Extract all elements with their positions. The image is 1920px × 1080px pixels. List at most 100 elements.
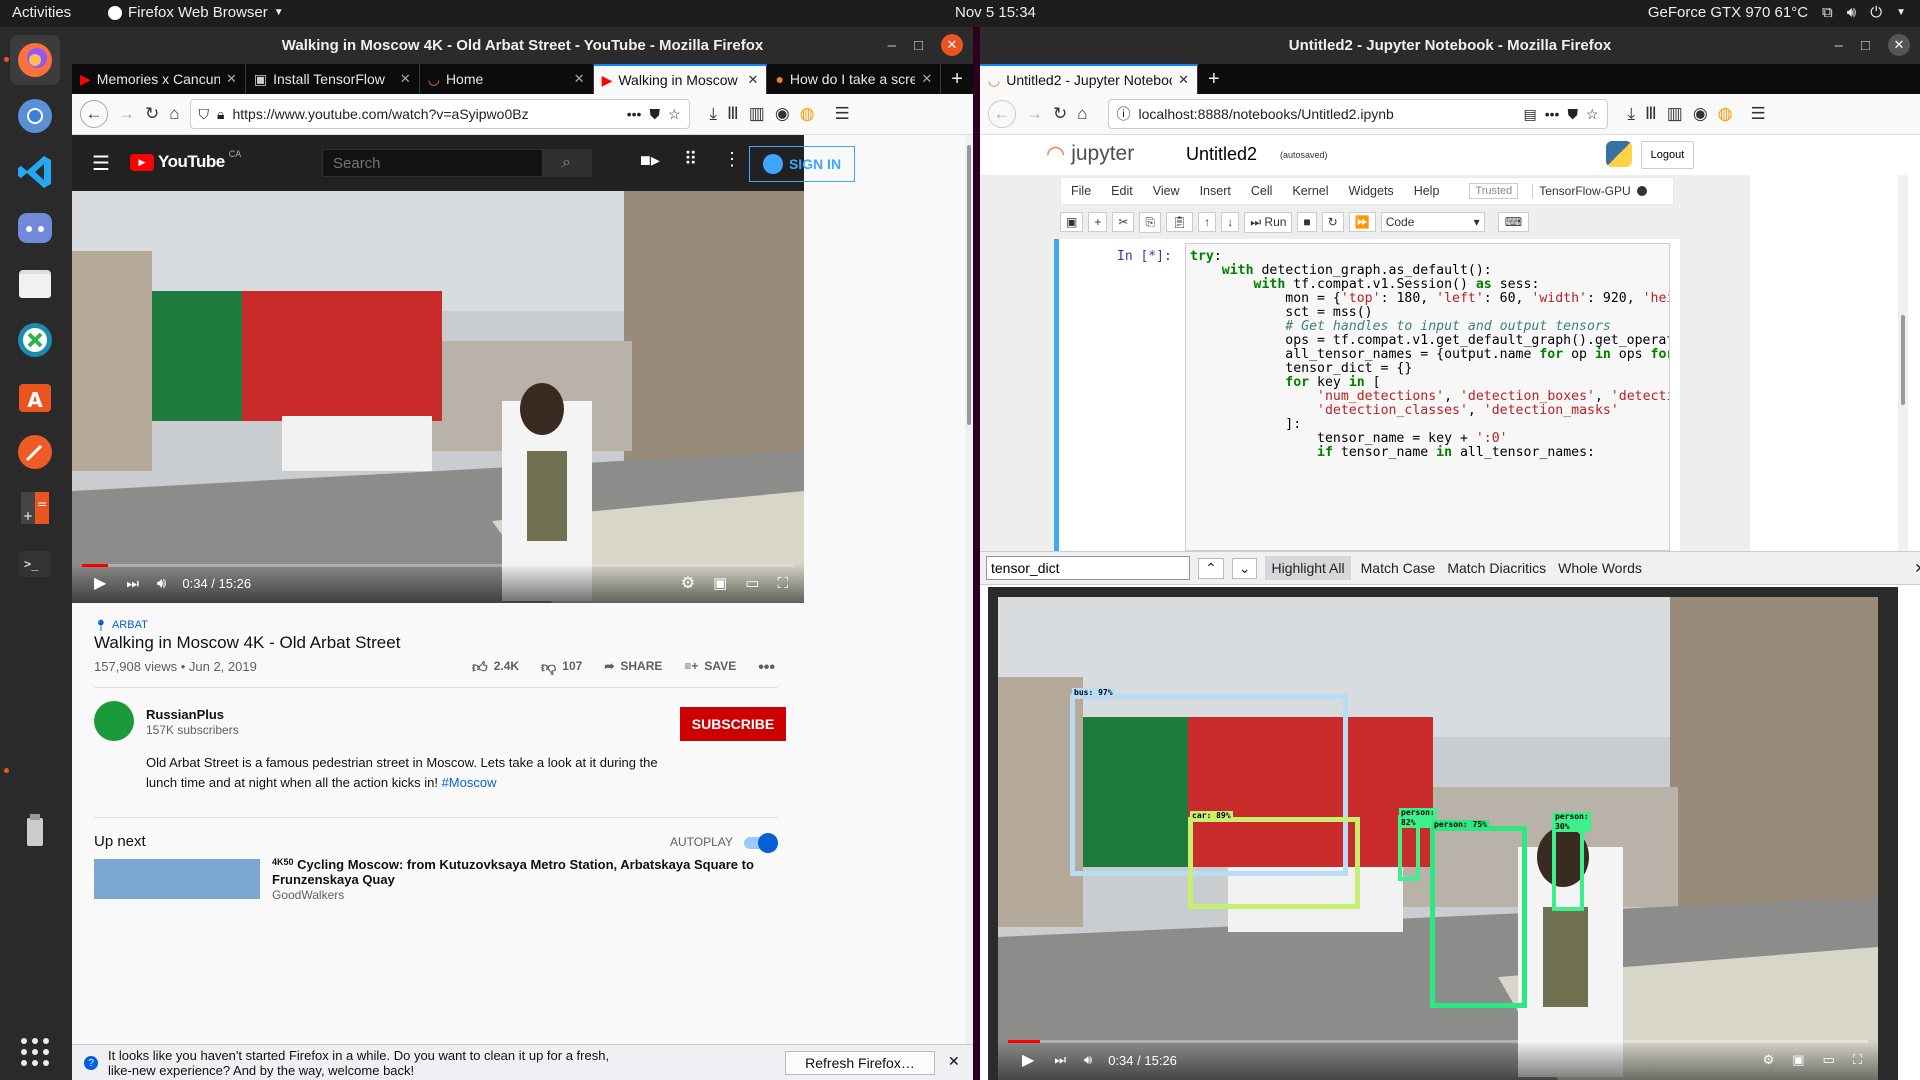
theater-mode-icon[interactable]: ▭ [745, 574, 759, 592]
youtube-logo[interactable]: ▶ YouTube CA [130, 149, 241, 172]
save-button[interactable]: ≡+ SAVE [684, 659, 736, 677]
subscribe-button[interactable]: SUBSCRIBE [680, 707, 786, 741]
menu-cell[interactable]: Cell [1241, 184, 1283, 198]
new-tab-button[interactable]: + [1198, 64, 1230, 94]
activities-button[interactable]: Activities [12, 4, 71, 21]
logout-button[interactable]: Logout [1641, 141, 1694, 169]
tab[interactable]: ▶ Memories x Cancun ✕ [72, 64, 246, 94]
menu-file[interactable]: File [1061, 184, 1101, 198]
like-button[interactable]: 👍︎ 2.4K [472, 659, 519, 677]
dislike-button[interactable]: 👎︎ 107 [541, 659, 582, 677]
refresh-firefox-button[interactable]: Refresh Firefox… [785, 1051, 935, 1075]
jupyter-logo[interactable]: ◠ jupyter [1046, 141, 1134, 167]
theater-mode-icon[interactable]: ▭ [1823, 1052, 1835, 1068]
downloads-icon[interactable]: ⤓ [710, 104, 718, 124]
miniplayer-icon[interactable]: ▣ [713, 574, 727, 592]
app-menu[interactable]: Firefox Web Browser ▼ [108, 4, 284, 21]
add-cell-icon[interactable]: + [1088, 212, 1108, 232]
channel-avatar[interactable] [94, 701, 134, 741]
create-video-icon[interactable]: ■▸ [640, 150, 660, 171]
move-up-icon[interactable]: ↑ [1198, 212, 1217, 232]
back-button[interactable]: ← [80, 100, 108, 128]
forward-button[interactable]: → [118, 104, 135, 124]
forward-button[interactable]: → [1026, 104, 1043, 124]
window-titlebar[interactable]: Walking in Moscow 4K - Old Arbat Street … [72, 27, 973, 64]
scrollbar[interactable] [965, 135, 973, 1044]
library-icon[interactable]: Ⅲ [1645, 104, 1657, 124]
dock-firefox[interactable] [10, 35, 60, 85]
dock-vscode[interactable] [10, 147, 60, 197]
close-tab-icon[interactable]: ✕ [574, 71, 585, 87]
menu-kernel[interactable]: Kernel [1282, 184, 1338, 198]
extension-icon[interactable]: ◉ [1693, 104, 1708, 124]
next-icon[interactable]: ⏭ [126, 575, 139, 592]
tab[interactable]: ▣ Install TensorFlow ✕ [246, 64, 420, 94]
apps-grid-icon[interactable]: ⠿ [684, 149, 697, 170]
extension-icon[interactable]: ◍ [1718, 104, 1733, 124]
hashtag-link[interactable]: #Moscow [442, 775, 497, 790]
highlight-all-toggle[interactable]: Highlight All [1265, 556, 1351, 580]
miniplayer-icon[interactable]: ▣ [1792, 1052, 1804, 1068]
move-down-icon[interactable]: ↓ [1221, 212, 1240, 232]
code-cell[interactable]: In [*]: try: with detection_graph.as_def… [1054, 239, 1674, 551]
match-diacritics-toggle[interactable]: Match Diacritics [1445, 556, 1548, 580]
code-editor[interactable]: try: with detection_graph.as_default(): … [1185, 243, 1670, 551]
command-palette-icon[interactable]: ⌨ [1497, 212, 1530, 232]
reader-view-icon[interactable]: ▤ [1524, 106, 1537, 123]
menu-insert[interactable]: Insert [1190, 184, 1241, 198]
library-icon[interactable]: Ⅲ [727, 104, 739, 124]
match-case-toggle[interactable]: Match Case [1359, 556, 1438, 580]
home-button[interactable]: ⌂ [1077, 104, 1087, 124]
close-window-button[interactable]: ✕ [941, 34, 963, 56]
dock-remote-desktop[interactable] [10, 315, 60, 365]
dock-postman[interactable] [10, 427, 60, 477]
video-progress-bar[interactable] [1008, 1040, 1868, 1043]
notebook-name[interactable]: Untitled2 [1186, 144, 1257, 165]
sidebar-icon[interactable]: ▥ [749, 104, 765, 124]
restart-icon[interactable]: ↻ [1321, 212, 1344, 232]
detection-output-window[interactable]: bus: 97% car: 89% person: 82% person: 75… [988, 587, 1898, 1080]
url-bar[interactable]: ⓘ localhost:8888/notebooks/Untitled2.ipy… [1107, 99, 1608, 129]
scrollbar-thumb[interactable] [967, 145, 971, 425]
home-button[interactable]: ⌂ [169, 104, 179, 124]
find-next-button[interactable]: ⌄ [1231, 557, 1258, 579]
menu-widgets[interactable]: Widgets [1339, 184, 1404, 198]
fullscreen-icon[interactable]: ⛶ [777, 575, 788, 592]
tab[interactable]: ●How do I take a screenshot✕ [767, 64, 942, 94]
close-tab-icon[interactable]: ✕ [921, 71, 932, 87]
video-player[interactable]: ▶ ⏭ 🔊︎ 0:34 / 15:26 ⚙ ▣ ▭ ⛶ [72, 191, 804, 603]
close-tab-icon[interactable]: ✕ [226, 71, 237, 87]
hamburger-menu-icon[interactable]: ☰ [92, 151, 110, 176]
run-button[interactable]: ⏭ Run [1244, 211, 1293, 233]
volume-icon[interactable]: 🔊︎ [157, 575, 166, 592]
bookmark-star-icon[interactable]: ☆ [1586, 106, 1599, 123]
find-previous-button[interactable]: ⌃ [1198, 557, 1224, 579]
close-tab-icon[interactable]: ✕ [400, 71, 411, 87]
menu-help[interactable]: Help [1404, 184, 1450, 198]
dock-chromium[interactable] [10, 91, 60, 141]
system-tray[interactable]: GeForce GTX 970 61°C ⧉ 🔊︎ ⏻ ▼ [1648, 4, 1906, 21]
window-titlebar[interactable]: Untitled2 - Jupyter Notebook - Mozilla F… [980, 27, 1920, 64]
settings-gear-icon[interactable]: ⚙ [1763, 1052, 1775, 1068]
maximize-button[interactable]: □ [1861, 37, 1870, 54]
tab-active[interactable]: ◡ Untitled2 - Jupyter Notebook ✕ [980, 64, 1198, 94]
up-next-item[interactable]: 4K50 Cycling Moscow: from Kutuzovksaya M… [272, 857, 792, 887]
up-next-thumbnail[interactable] [94, 859, 260, 899]
url-bar[interactable]: ⛉ 🔒︎ https://www.youtube.com/watch?v=aSy… [189, 99, 690, 129]
minimize-button[interactable]: – [1835, 37, 1843, 54]
menu-edit[interactable]: Edit [1101, 184, 1143, 198]
cell-type-select[interactable]: Code ▾ [1380, 212, 1485, 232]
volume-icon[interactable]: 🔊︎ [1084, 1052, 1092, 1068]
extension-icon[interactable]: ◉ [775, 104, 790, 124]
hamburger-menu-icon[interactable]: ☰ [835, 104, 850, 124]
close-find-bar-icon[interactable]: ✕ [1914, 560, 1920, 577]
extension-icon[interactable]: ◍ [800, 104, 815, 124]
channel-name[interactable]: RussianPlus [146, 707, 224, 722]
menu-view[interactable]: View [1143, 184, 1190, 198]
dock-ubuntu-software[interactable]: A [10, 371, 60, 421]
whole-words-toggle[interactable]: Whole Words [1556, 556, 1644, 580]
next-icon[interactable]: ⏭ [1054, 1052, 1066, 1068]
maximize-button[interactable]: □ [914, 37, 923, 54]
find-input[interactable] [986, 556, 1190, 580]
page-scrollbar[interactable] [1898, 175, 1908, 551]
